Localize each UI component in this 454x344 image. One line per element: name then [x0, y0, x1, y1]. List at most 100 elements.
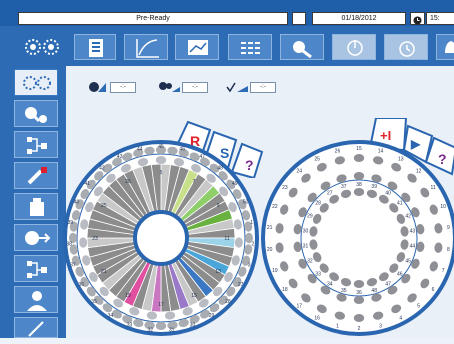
right-inner-number: 41	[397, 201, 403, 207]
loading-icon[interactable]	[74, 34, 116, 60]
right-outer-number: 7	[442, 268, 445, 274]
right-outer-number: 4	[399, 316, 402, 322]
right-inner-number: 30	[303, 228, 309, 234]
right-inner-cup[interactable]	[353, 188, 365, 196]
right-outer-number: 9	[447, 225, 450, 231]
right-outer-cup[interactable]	[353, 154, 365, 162]
right-inner-number: 40	[385, 191, 391, 197]
maintenance-icon[interactable]	[280, 34, 324, 60]
left-inner-cup[interactable]	[155, 156, 167, 164]
left-outer-number: 1	[250, 220, 253, 226]
filter-field-1[interactable]: -:-	[110, 82, 136, 93]
left-outer-number: 33	[127, 322, 133, 328]
sidebar-item-edit[interactable]	[14, 317, 58, 338]
left-tray[interactable]: 45 46474849501232728293031323334353637383…	[61, 138, 261, 338]
right-outer-number: 21	[267, 225, 273, 231]
right-tray[interactable]: 15 14131211109876543211617181920212223242…	[259, 138, 454, 338]
left-outer-number: 46	[179, 146, 185, 152]
left-outer-number: 2	[251, 241, 254, 247]
right-inner-number: 29	[307, 214, 313, 220]
right-inner-number: 37	[341, 184, 347, 190]
left-outer-number: 41	[84, 181, 90, 187]
left-outer-number: 32	[148, 327, 154, 333]
right-inner-number: 45	[405, 258, 411, 264]
right-outer-number: 3	[379, 323, 382, 329]
left-outer-number: 50	[243, 200, 249, 206]
right-outer-number: 26	[335, 149, 341, 155]
sidebar-item-settings[interactable]	[14, 69, 58, 96]
sidebar-item-pipette[interactable]	[14, 162, 58, 189]
right-inner-number: 42	[405, 214, 411, 220]
power-icon[interactable]	[332, 34, 376, 60]
left-inner-number: 26	[125, 179, 131, 185]
left-outer-number: 43	[117, 154, 123, 160]
left-outer-number: 28	[225, 299, 231, 305]
right-outer-number: 23	[282, 185, 288, 191]
right-outer-number: 14	[378, 149, 384, 155]
list-icon[interactable]	[228, 34, 272, 60]
right-inner-number: 46	[397, 271, 403, 277]
sidebar-item-search[interactable]	[14, 100, 58, 127]
left-inner-number: 17	[158, 302, 164, 308]
left-outer-number: 39	[68, 220, 74, 226]
left-outer-number: 42	[99, 166, 105, 172]
alarm-icon[interactable]	[384, 34, 428, 60]
right-outer-number: 11	[430, 185, 435, 191]
left-inner-number: 25	[101, 203, 107, 209]
right-inner-number: 34	[327, 281, 333, 287]
left-outer-number: 3	[248, 262, 251, 268]
right-outer-number: 8	[447, 247, 450, 253]
right-outer-number: 5	[417, 303, 420, 309]
save-icon[interactable]	[292, 12, 306, 25]
right-inner-number: 27	[327, 191, 333, 197]
sidebar-item-bottle[interactable]	[14, 193, 58, 220]
sidebar-item-network[interactable]	[14, 131, 58, 158]
right-outer-number: 13	[398, 156, 404, 162]
right-outer-number: 20	[267, 247, 273, 253]
left-inner-number: 9	[217, 203, 220, 209]
right-inner-number: 32	[307, 258, 313, 264]
right-inner-number: 43	[410, 228, 416, 234]
left-inner-number: 13	[215, 269, 221, 275]
time-field: 15:	[426, 12, 454, 25]
left-outer-number: 35	[91, 299, 97, 305]
filter-field-2[interactable]: -:-	[182, 82, 208, 93]
right-inner-number: 38	[356, 182, 362, 188]
left-outer-number: 31	[169, 327, 175, 333]
chart-icon[interactable]	[175, 34, 219, 60]
right-inner-number: 31	[303, 244, 309, 250]
right-outer-number: 6	[432, 287, 435, 293]
left-inner-number: 23	[92, 236, 98, 242]
filter-field-3[interactable]: -:-	[250, 82, 276, 93]
right-middle-cup[interactable]	[353, 172, 365, 180]
right-outer-cup[interactable]	[353, 314, 365, 322]
right-outer-number: 10	[440, 204, 446, 210]
sample-type-icon	[88, 80, 108, 92]
left-inner-number: 19	[125, 293, 131, 299]
left-outer-number: 30	[190, 322, 196, 328]
left-outer-number: 36	[79, 282, 85, 288]
left-inner-number: 7	[193, 179, 196, 185]
date-field: 01/18/2012	[312, 12, 406, 25]
right-outer-number: 2	[358, 326, 361, 332]
check-filter-icon	[226, 80, 248, 93]
left-outer-number: 37	[70, 262, 76, 268]
tray-settings-icon[interactable]	[22, 36, 62, 58]
left-outer-number: 38	[66, 241, 72, 247]
left-outer-number: 40	[74, 200, 80, 206]
curve-icon[interactable]	[124, 34, 168, 60]
sidebar-item-arrow[interactable]	[14, 224, 58, 251]
sidebar-item-person[interactable]	[14, 286, 58, 313]
left-outer-number: 45	[158, 144, 164, 150]
left-sample-position[interactable]	[155, 322, 167, 330]
toolbar	[0, 26, 454, 66]
right-middle-cup[interactable]	[353, 296, 365, 304]
right-inner-number: 28	[315, 201, 321, 207]
right-inner-cup[interactable]	[353, 280, 365, 288]
sidebar-item-hierarchy[interactable]	[14, 255, 58, 282]
right-outer-number: 1	[336, 323, 339, 329]
right-outer-number: 22	[272, 204, 278, 210]
bell-icon[interactable]	[436, 34, 454, 60]
left-outer-number: 49	[232, 181, 238, 187]
right-tray-hub	[325, 204, 393, 272]
